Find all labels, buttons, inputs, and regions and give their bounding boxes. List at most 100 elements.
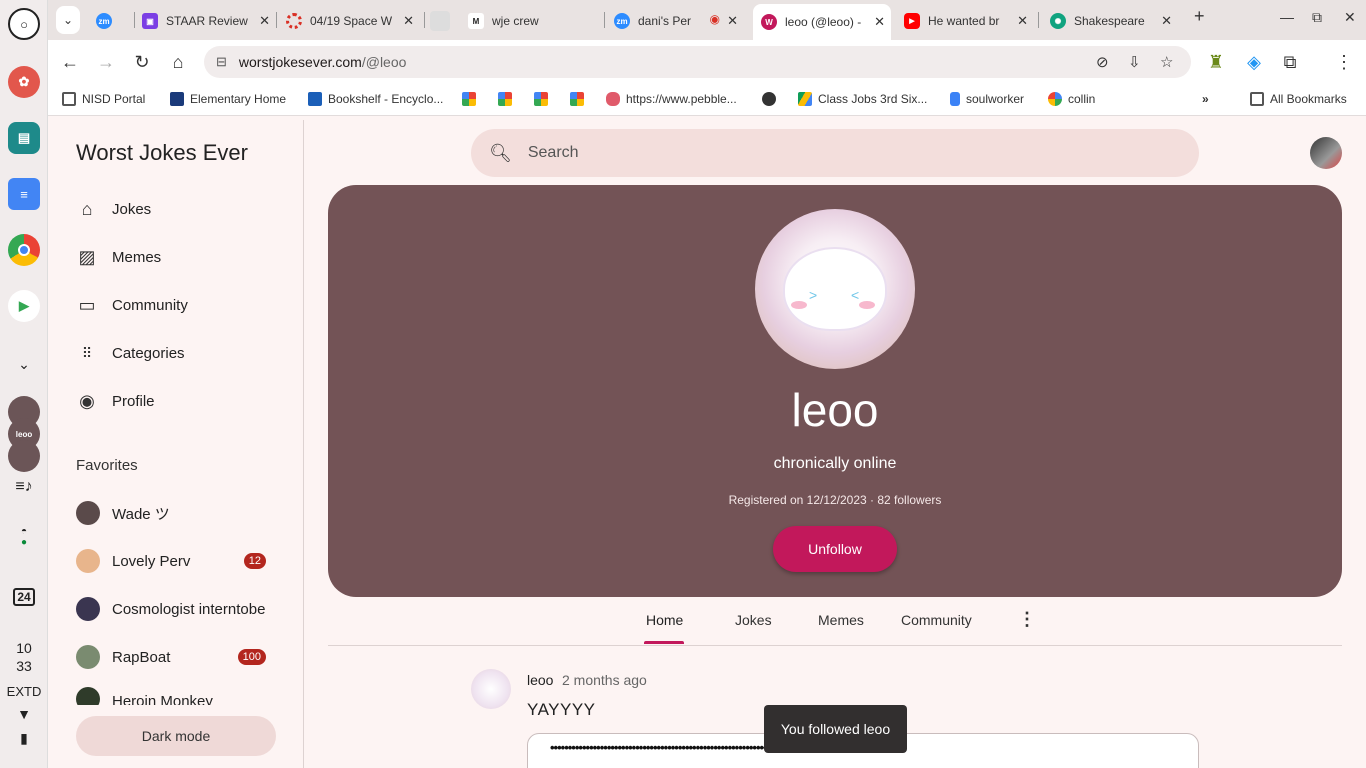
profile-header: > < leoo chronically online Registered o… xyxy=(328,185,1342,597)
tab[interactable]: ✺ Shakespeare ✕ xyxy=(1050,6,1178,36)
more-bookmarks-icon[interactable]: » xyxy=(1202,92,1209,106)
browser-toolbar: ← → ↻ ⌂ ⊟ worstjokesever.com/@leoo ⊘ ⇩ ☆… xyxy=(48,40,1366,84)
favorite-item[interactable]: Wade ツ xyxy=(76,495,266,531)
reload-button[interactable]: ↻ xyxy=(132,52,152,73)
bookmark[interactable]: soulworker xyxy=(950,92,1024,106)
bookmark[interactable]: Bookshelf - Encyclo... xyxy=(308,92,443,106)
extensions-puzzle-icon[interactable]: ⧉ xyxy=(1280,52,1300,73)
avatar[interactable] xyxy=(8,440,40,472)
tab[interactable]: zm xyxy=(96,6,130,36)
tab-jokes[interactable]: Jokes xyxy=(735,612,772,628)
sidebar-item-memes[interactable]: ▨ Memes xyxy=(76,237,276,277)
wifi-icon[interactable]: ▼ xyxy=(0,706,48,722)
user-avatar[interactable] xyxy=(1310,137,1342,169)
favorite-item[interactable]: Lovely Perv 12 xyxy=(76,543,266,579)
bookmark[interactable]: collin xyxy=(1048,92,1095,106)
chevron-down-icon[interactable]: ⌄ xyxy=(0,356,48,373)
back-button[interactable]: ← xyxy=(60,52,80,73)
bookmark[interactable]: Elementary Home xyxy=(170,92,286,106)
tab-title: dani's Per xyxy=(638,14,691,28)
bookmark-star-icon[interactable]: ☆ xyxy=(1160,53,1173,71)
all-bookmarks-label: All Bookmarks xyxy=(1270,92,1347,106)
tab[interactable]: 04/19 Space W ✕ xyxy=(286,6,420,36)
tab[interactable]: ▶ He wanted br ✕ xyxy=(904,6,1034,36)
tab-active[interactable]: Wleoo (@leoo) - ✕ xyxy=(753,4,891,40)
tab[interactable] xyxy=(430,6,460,36)
extension-icon[interactable]: ◈ xyxy=(1244,52,1264,73)
bookmark[interactable]: Class Jobs 3rd Six... xyxy=(798,92,927,106)
bookmark[interactable]: NISD Portal xyxy=(62,92,145,106)
tab-memes[interactable]: Memes xyxy=(818,612,864,628)
bookmark[interactable]: https://www.pebble... xyxy=(606,92,737,106)
pinwheel-icon xyxy=(498,92,512,106)
favorite-item[interactable]: Heroin Monkey xyxy=(76,687,266,705)
bookmark[interactable] xyxy=(498,92,518,106)
search-bar[interactable]: 🔍︎ Search xyxy=(471,129,1199,177)
all-bookmarks[interactable]: All Bookmarks xyxy=(1250,92,1347,106)
clock-hour[interactable]: 10 xyxy=(0,640,48,656)
close-icon[interactable]: ✕ xyxy=(874,14,885,30)
close-icon[interactable]: ✕ xyxy=(403,13,414,29)
launcher-icon[interactable]: ○ xyxy=(8,8,40,40)
unfollow-button[interactable]: Unfollow xyxy=(773,526,897,572)
close-window-button[interactable]: ✕ xyxy=(1344,9,1356,26)
sidebar-item-categories[interactable]: ⠿ Categories xyxy=(76,333,276,373)
battery-icon[interactable]: ▮ xyxy=(0,730,48,747)
extension-icon[interactable]: ♜ xyxy=(1206,52,1226,73)
sidebar-item-profile[interactable]: ◉ Profile xyxy=(76,381,276,421)
favorite-item[interactable]: Cosmologist interntobe xyxy=(76,591,286,627)
classroom-app-icon[interactable]: ▤ xyxy=(8,122,40,154)
zoom-icon: zm xyxy=(96,13,112,29)
bookmark[interactable] xyxy=(570,92,590,106)
owl-icon[interactable]: ◓ ● xyxy=(0,526,48,548)
home-button[interactable]: ⌂ xyxy=(168,52,188,73)
globe-icon xyxy=(762,92,776,106)
docs-app-icon[interactable]: ≡ xyxy=(8,178,40,210)
tab-home[interactable]: Home xyxy=(646,612,683,628)
tab[interactable]: Mwje crew xyxy=(468,6,602,36)
paint-app-icon[interactable]: ✿ xyxy=(8,66,40,98)
sidebar-item-label: Jokes xyxy=(112,200,152,218)
restore-button[interactable]: ⧉ xyxy=(1312,9,1322,26)
bookmark[interactable] xyxy=(534,92,554,106)
address-bar[interactable]: ⊟ worstjokesever.com/@leoo ⊘ ⇩ ☆ xyxy=(204,46,1191,78)
dark-mode-button[interactable]: Dark mode xyxy=(76,716,276,756)
search-icon: 🔍︎ xyxy=(489,142,512,163)
site-title[interactable]: Worst Jokes Ever xyxy=(76,140,248,166)
minimize-button[interactable]: — xyxy=(1280,9,1294,25)
tab-title: wje crew xyxy=(492,14,539,28)
tab-community[interactable]: Community xyxy=(901,612,972,628)
grid-icon: ⠿ xyxy=(81,344,93,361)
close-icon[interactable]: ✕ xyxy=(727,13,738,29)
forward-button[interactable]: → xyxy=(96,52,116,73)
site-info-icon[interactable]: ⊟ xyxy=(216,54,227,70)
favorite-item[interactable]: RapBoat 100 xyxy=(76,639,266,675)
playlist-icon[interactable]: ≡♪ xyxy=(0,478,48,496)
tab-search-button[interactable]: ⌄ xyxy=(56,6,80,34)
sidebar-item-community[interactable]: ▭ Community xyxy=(76,285,276,325)
calendar-icon[interactable]: 24 xyxy=(0,588,48,606)
bookmarks-bar: NISD Portal Elementary Home Bookshelf - … xyxy=(48,84,1366,116)
clock-minute[interactable]: 33 xyxy=(0,658,48,674)
post-author[interactable]: leoo xyxy=(527,672,553,688)
menu-icon[interactable]: ⋮ xyxy=(1334,52,1354,73)
tab-title: leoo (@leoo) - xyxy=(785,15,862,29)
close-icon[interactable]: ✕ xyxy=(259,13,270,29)
close-icon[interactable]: ✕ xyxy=(1161,13,1172,29)
tab[interactable]: ▣ STAAR Review ✕ xyxy=(142,6,276,36)
tab-title: 04/19 Space W xyxy=(310,14,393,28)
chrome-app-icon[interactable] xyxy=(8,234,40,266)
url-path: /@leoo xyxy=(361,54,407,70)
install-icon[interactable]: ⇩ xyxy=(1128,53,1141,71)
play-store-icon[interactable]: ▶ xyxy=(8,290,40,322)
close-icon[interactable]: ✕ xyxy=(1017,13,1028,29)
tab[interactable]: zm dani's Per ◉ ✕ xyxy=(614,6,744,36)
new-tab-button[interactable]: + xyxy=(1194,6,1205,27)
bookmark[interactable] xyxy=(762,92,782,106)
more-vert-icon[interactable]: ⋮ xyxy=(1018,609,1036,630)
sidebar-item-jokes[interactable]: ⌂ Jokes xyxy=(76,189,276,229)
search-input[interactable]: Search xyxy=(528,144,579,162)
bookmark[interactable] xyxy=(462,92,482,106)
avatar[interactable] xyxy=(471,669,511,709)
eye-off-icon[interactable]: ⊘ xyxy=(1096,53,1109,71)
